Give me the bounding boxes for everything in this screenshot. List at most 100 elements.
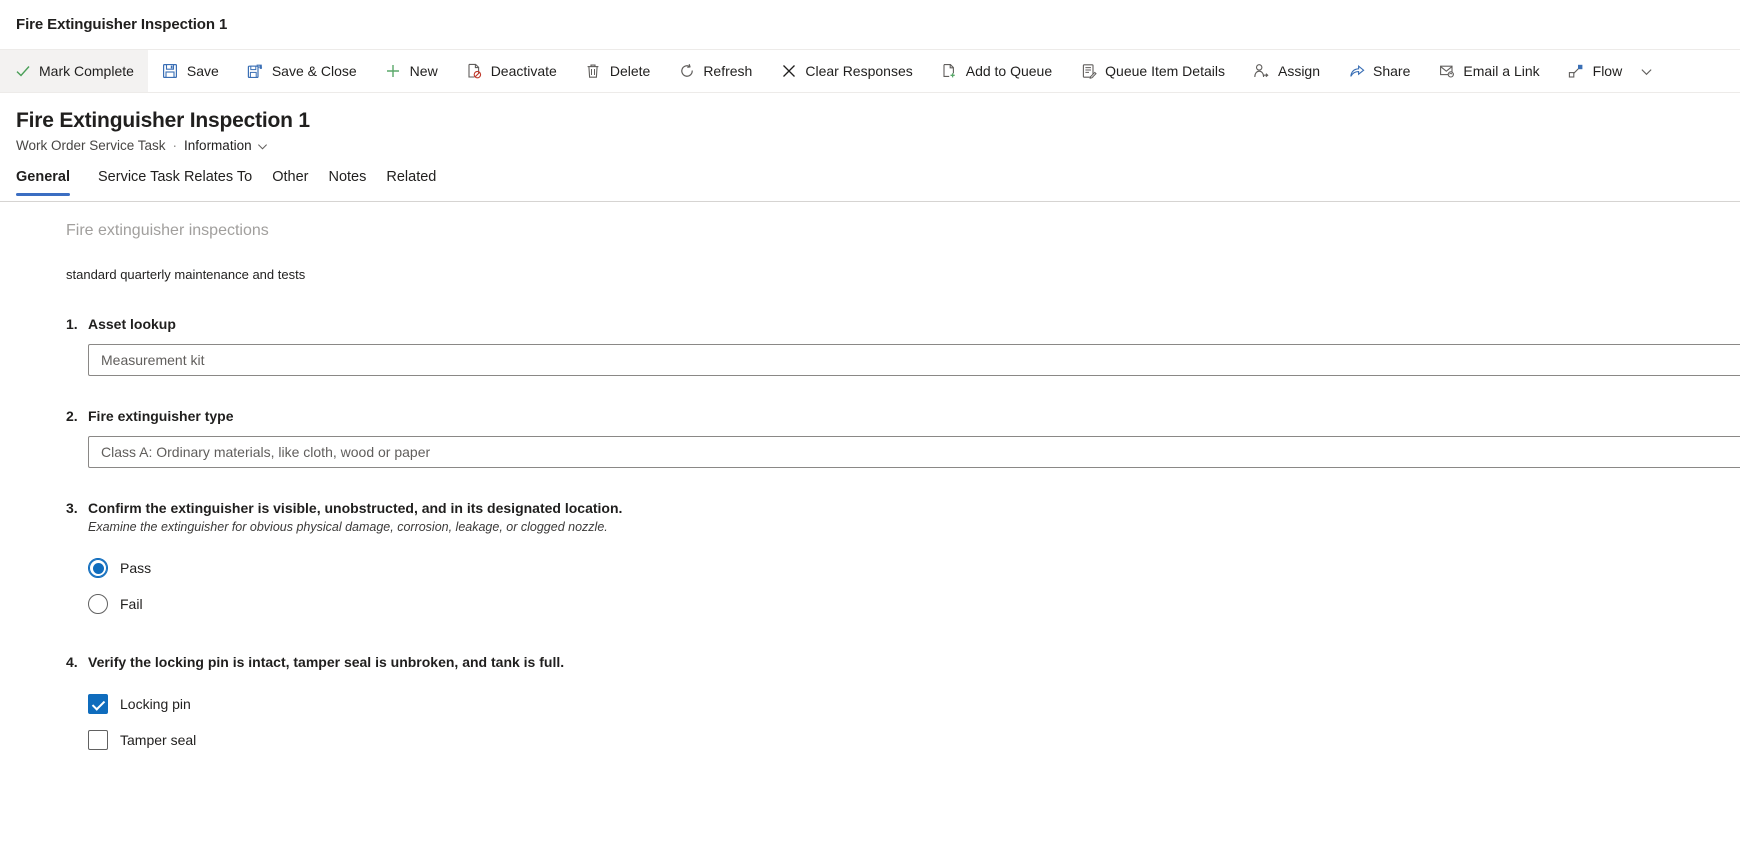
checkbox-group: Locking pin Tamper seal: [0, 686, 1740, 758]
record-subtitle: Work Order Service Task · Information: [16, 137, 1740, 155]
command-label: New: [409, 63, 438, 79]
question-number: 2.: [66, 408, 78, 424]
command-label: Deactivate: [490, 63, 557, 79]
radio-unselected-icon[interactable]: [88, 594, 108, 614]
command-add-to-queue-button[interactable]: Add to Queue: [927, 50, 1066, 92]
question-text-input[interactable]: [88, 436, 1740, 468]
command-label: Save: [186, 63, 219, 79]
question-hint: Examine the extinguisher for obvious phy…: [88, 520, 608, 534]
choice-label: Tamper seal: [120, 732, 197, 748]
tab-label: Notes: [328, 169, 367, 185]
tab-notes[interactable]: Notes: [318, 167, 376, 196]
question-number: 3.: [66, 500, 78, 516]
page-title: Fire Extinguisher Inspection 1: [16, 109, 310, 132]
question-header: 3. Confirm the extinguisher is visible, u…: [0, 498, 1740, 536]
command-clear-responses-button[interactable]: Clear Responses: [766, 50, 926, 92]
tab-label: General: [16, 169, 70, 185]
question-header: 4. Verify the locking pin is intact, tamp…: [0, 652, 1740, 672]
question-text: Verify the locking pin is intact, tamper…: [88, 654, 565, 670]
question-item: 2. Fire extinguisher type: [0, 406, 1740, 468]
command-bar: Mark Complete Save Save & Close New Deactiva…: [0, 49, 1740, 93]
save-icon: [162, 63, 179, 80]
form-selector-label[interactable]: Information: [184, 137, 252, 155]
command-deactivate-button[interactable]: Deactivate: [452, 50, 571, 92]
deactivate-icon: [466, 63, 483, 80]
question-list: 1. Asset lookup 2. Fire extinguisher type 3.…: [0, 314, 1740, 758]
command-label: Refresh: [703, 63, 753, 79]
command-save-button[interactable]: Save: [148, 50, 233, 92]
tab-general[interactable]: General: [16, 167, 80, 196]
question-text-input[interactable]: [88, 344, 1740, 376]
tab-other[interactable]: Other: [262, 167, 318, 196]
app-titlebar: Fire Extinguisher Inspection 1: [0, 0, 1740, 49]
question-item: 1. Asset lookup: [0, 314, 1740, 376]
tab-related[interactable]: Related: [376, 167, 446, 196]
close-x-icon: [780, 63, 797, 80]
question-item: 4. Verify the locking pin is intact, tamp…: [0, 652, 1740, 758]
chevron-down-icon[interactable]: [257, 141, 268, 152]
trash-icon: [585, 63, 602, 80]
email-link-icon: [1438, 63, 1455, 80]
checkbox-checked-icon[interactable]: [88, 694, 108, 714]
command-label: Share: [1373, 63, 1411, 79]
radio-option-pass[interactable]: Pass: [88, 550, 1740, 586]
tab-label: Other: [272, 169, 309, 185]
question-header: 2. Fire extinguisher type: [0, 406, 1740, 426]
subtitle-separator: ·: [172, 138, 178, 153]
plus-icon: [385, 63, 402, 80]
checkbox-option-locking-pin[interactable]: Locking pin: [88, 686, 1740, 722]
tab-strip: General Service Task Relates To Other Notes…: [0, 155, 1740, 196]
field-wrapper: [0, 436, 1740, 468]
field-wrapper: [0, 344, 1740, 376]
checkbox-unchecked-icon[interactable]: [88, 730, 108, 750]
command-label: Clear Responses: [805, 63, 913, 79]
command-save-close-button[interactable]: Save & Close: [233, 50, 371, 92]
command-label: Delete: [609, 63, 651, 79]
command-new-button[interactable]: New: [371, 50, 452, 92]
tab-label: Service Task Relates To: [98, 169, 253, 185]
radio-option-fail[interactable]: Fail: [88, 586, 1740, 622]
tab-service-task-relates-to[interactable]: Service Task Relates To: [88, 167, 262, 196]
command-assign-button[interactable]: Assign: [1239, 50, 1334, 92]
command-label: Email a Link: [1463, 63, 1540, 79]
share-icon: [1348, 63, 1365, 80]
question-header: 1. Asset lookup: [0, 314, 1740, 334]
add-to-queue-icon: [941, 63, 958, 80]
choice-label: Fail: [120, 596, 143, 612]
record-header: Fire Extinguisher Inspection 1 Work Orde…: [0, 93, 1740, 155]
app-title: Fire Extinguisher Inspection 1: [16, 16, 228, 33]
command-label: Assign: [1277, 63, 1321, 79]
question-text: Asset lookup: [88, 316, 176, 332]
flow-icon: [1568, 63, 1585, 80]
save-and-close-icon: [247, 63, 264, 80]
checkmark-icon: [14, 63, 31, 80]
command-label: Flow: [1592, 63, 1623, 79]
command-label: Queue Item Details: [1105, 63, 1225, 79]
command-label: Add to Queue: [965, 63, 1053, 79]
section-description: standard quarterly maintenance and tests: [66, 267, 306, 282]
command-overflow-chevron-down-icon[interactable]: [1636, 50, 1665, 92]
command-delete-button[interactable]: Delete: [571, 50, 664, 92]
command-label: Mark Complete: [39, 63, 134, 79]
question-text: Fire extinguisher type: [88, 408, 234, 424]
tab-label: Related: [386, 169, 437, 185]
command-label: Save & Close: [271, 63, 357, 79]
section-title: Fire extinguisher inspections: [66, 222, 269, 239]
entity-name: Work Order Service Task: [16, 138, 166, 153]
command-email-a-link-button[interactable]: Email a Link: [1424, 50, 1553, 92]
choice-label: Locking pin: [120, 696, 191, 712]
choice-label: Pass: [120, 560, 152, 576]
command-mark-complete-button[interactable]: Mark Complete: [0, 50, 148, 92]
form-body: Fire extinguisher inspections standard q…: [0, 202, 1740, 832]
checkbox-option-tamper-seal[interactable]: Tamper seal: [88, 722, 1740, 758]
question-number: 1.: [66, 316, 78, 332]
queue-item-details-icon: [1080, 63, 1097, 80]
radio-selected-icon[interactable]: [88, 558, 108, 578]
question-number: 4.: [66, 654, 78, 670]
command-flow-button[interactable]: Flow: [1554, 50, 1637, 92]
assign-person-icon: [1253, 63, 1270, 80]
question-item: 3. Confirm the extinguisher is visible, u…: [0, 498, 1740, 622]
command-queue-item-details-button[interactable]: Queue Item Details: [1066, 50, 1239, 92]
command-share-button[interactable]: Share: [1334, 50, 1424, 92]
command-refresh-button[interactable]: Refresh: [664, 50, 766, 92]
